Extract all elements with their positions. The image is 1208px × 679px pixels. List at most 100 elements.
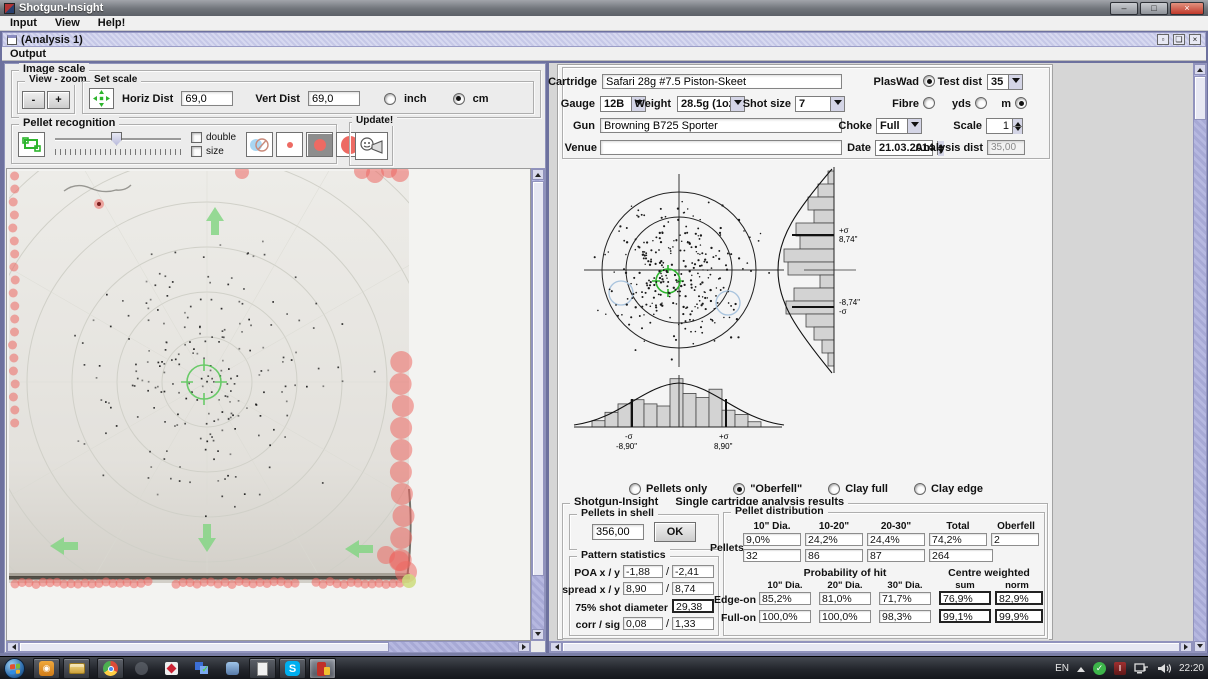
vert-dist-input[interactable] [308, 91, 360, 106]
medium-pellet-button[interactable] [306, 132, 333, 157]
scale-spinner[interactable]: 1 [986, 118, 1023, 134]
scroll-right-button[interactable] [518, 642, 530, 652]
taskbar-app-6[interactable]: ✓ [188, 658, 215, 679]
prob-cell[interactable]: 100,0% [759, 610, 811, 623]
menu-help[interactable]: Help! [98, 17, 126, 29]
double-checkbox[interactable] [191, 132, 202, 143]
hscroll-thumb[interactable] [19, 642, 389, 652]
scroll-left-button[interactable] [7, 642, 19, 652]
maximize-button[interactable]: □ [1140, 2, 1168, 15]
menu-input[interactable]: Input [10, 17, 37, 29]
minimize-button[interactable]: – [1110, 2, 1138, 15]
scroll-up-button[interactable] [1194, 64, 1206, 75]
update-button[interactable] [355, 132, 388, 160]
testdist-combo[interactable]: 35 [987, 74, 1023, 90]
update-icon [359, 136, 384, 156]
prob-cell[interactable]: 81,0% [819, 592, 871, 605]
network-icon[interactable] [1134, 662, 1149, 675]
internal-minimize-button[interactable]: ▫ [1157, 34, 1169, 45]
taskbar-app-chrome[interactable] [97, 658, 124, 679]
corr-field[interactable]: 0,08 [623, 617, 663, 630]
zoom-out-button[interactable]: - [22, 91, 45, 109]
taskbar-app-5[interactable] [158, 658, 185, 679]
taskbar-app-8[interactable] [249, 658, 276, 679]
tray-app-icon[interactable]: ‖ [1114, 662, 1126, 675]
poa-x-field[interactable]: -1,88 [623, 565, 663, 578]
dist-cell[interactable]: 32 [743, 549, 801, 562]
taskbar-app-shotgun-insight[interactable] [309, 658, 336, 679]
clay-marker-button[interactable] [246, 132, 273, 157]
clock[interactable]: 22:20 [1179, 663, 1204, 674]
dist-cell[interactable]: 86 [805, 549, 863, 562]
pellets-only-label: Pellets only [646, 483, 707, 495]
scroll-up-button[interactable] [532, 169, 544, 180]
spin-up-icon[interactable] [1013, 119, 1022, 126]
prob-cell[interactable]: 98,3% [879, 610, 931, 623]
start-button[interactable] [4, 658, 25, 679]
dist-cell[interactable]: 87 [867, 549, 925, 562]
prob-cell[interactable]: 99,1% [939, 609, 991, 623]
ok-button[interactable]: OK [654, 522, 696, 542]
horiz-dist-input[interactable] [181, 91, 233, 106]
scroll-right-button[interactable] [1180, 642, 1192, 652]
close-button[interactable]: × [1170, 2, 1204, 15]
v-sigma-minus: -σ [839, 307, 847, 316]
image-hscrollbar[interactable] [6, 641, 531, 653]
dist-cell[interactable]: 74,2% [929, 533, 987, 546]
shotsize-combo[interactable]: 7 [795, 96, 845, 112]
menu-view[interactable]: View [55, 17, 80, 29]
small-pellet-button[interactable] [276, 132, 303, 157]
analysisdist-field[interactable] [987, 140, 1025, 155]
prob-cell[interactable]: 71,7% [879, 592, 931, 605]
dist-cell[interactable]: 2 [991, 533, 1039, 546]
show-hidden-icons-button[interactable] [1077, 663, 1085, 672]
dist-cell[interactable]: 9,0% [743, 533, 801, 546]
prob-cell[interactable]: 99,9% [995, 609, 1043, 623]
clay-full-radio[interactable] [828, 483, 840, 495]
spread-x-field[interactable]: 8,90 [623, 582, 663, 595]
pellet-select-button[interactable] [18, 132, 45, 157]
vscroll-thumb[interactable] [1194, 76, 1206, 120]
taskbar-app-explorer[interactable] [63, 658, 90, 679]
internal-close-button[interactable]: × [1189, 34, 1201, 45]
language-indicator[interactable]: EN [1055, 663, 1069, 674]
oberfell-radio[interactable] [733, 483, 745, 495]
poa-y-field[interactable]: -2,41 [672, 565, 714, 578]
cartridge-input[interactable] [602, 74, 842, 89]
scroll-down-button[interactable] [1194, 641, 1206, 652]
inch-radio[interactable] [384, 93, 396, 105]
cm-radio[interactable] [453, 93, 465, 105]
prob-cell[interactable]: 85,2% [759, 592, 811, 605]
col-header: 10-20" [805, 521, 863, 532]
size-checkbox[interactable] [191, 146, 202, 157]
taskbar-app-skype[interactable]: S [279, 658, 306, 679]
clay-edge-radio[interactable] [914, 483, 926, 495]
taskbar-app-7[interactable] [219, 658, 246, 679]
prob-cell[interactable]: 82,9% [995, 591, 1043, 605]
scroll-left-button[interactable] [550, 642, 562, 652]
vscroll-thumb[interactable] [532, 181, 544, 576]
status-check-icon[interactable]: ✓ [1093, 662, 1106, 675]
hscroll-thumb[interactable] [562, 642, 1180, 652]
zoom-in-button[interactable]: + [47, 91, 70, 109]
speaker-icon[interactable] [1157, 662, 1171, 675]
dist-cell[interactable]: 264 [929, 549, 993, 562]
outer-vscrollbar[interactable] [1193, 63, 1207, 653]
internal-frame-titlebar[interactable]: (Analysis 1) ▫ ❏ × [2, 32, 1206, 47]
right-hscrollbar[interactable] [549, 641, 1193, 653]
slider-thumb[interactable] [111, 132, 122, 146]
taskbar-app-camera[interactable]: ◉ [33, 658, 60, 679]
pellets-in-shell-input[interactable] [592, 524, 644, 540]
spin-down-icon[interactable] [1013, 126, 1022, 134]
prob-cell[interactable]: 100,0% [819, 610, 871, 623]
internal-restore-button[interactable]: ❏ [1173, 34, 1185, 45]
prob-cell[interactable]: 76,9% [939, 591, 991, 605]
dist-cell[interactable]: 24,4% [867, 533, 925, 546]
set-scale-button[interactable] [89, 88, 114, 109]
taskbar-app-4[interactable] [128, 658, 155, 679]
m-radio[interactable] [1015, 97, 1027, 109]
sub-header: 10" Dia. [759, 580, 811, 591]
target-image-viewport[interactable] [6, 168, 531, 641]
dist-cell[interactable]: 24,2% [805, 533, 863, 546]
pellets-only-radio[interactable] [629, 483, 641, 495]
